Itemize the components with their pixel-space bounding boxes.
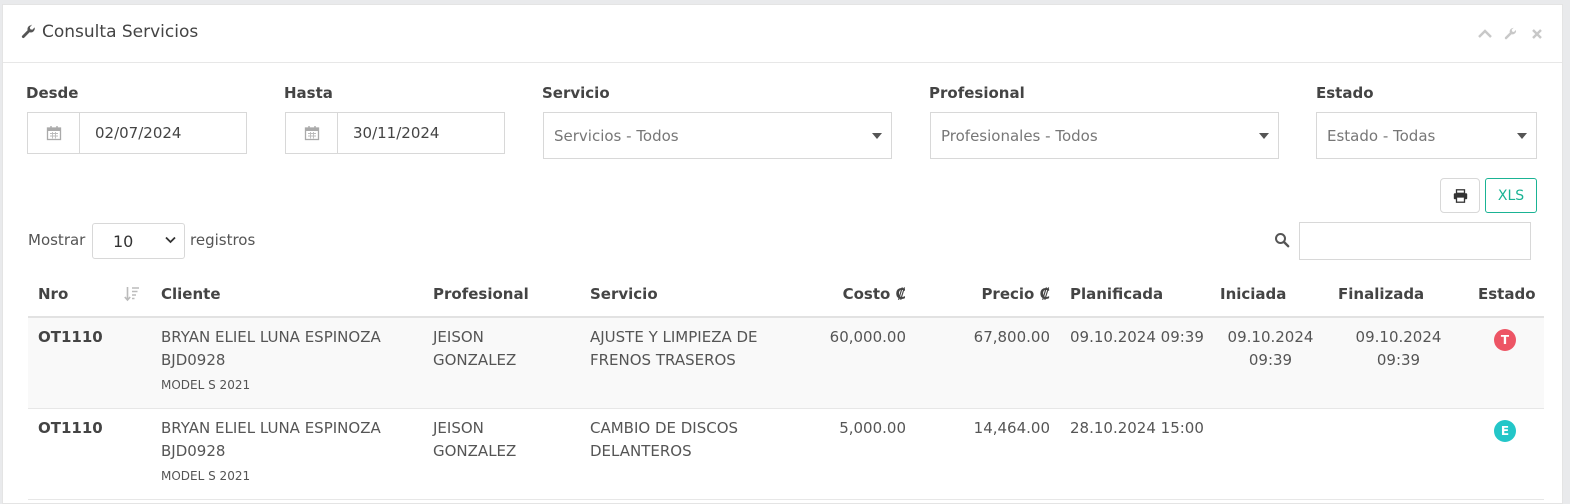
table-row[interactable]: OT1110 BRYAN ELIEL LUNA ESPINOZA BJD0928… bbox=[28, 318, 1544, 409]
column-header-cliente[interactable]: Cliente bbox=[161, 285, 221, 303]
profesional-last: GONZALEZ bbox=[433, 351, 517, 369]
planificada-cell: 28.10.2024 15:00 bbox=[1070, 419, 1204, 437]
search-input[interactable] bbox=[1299, 222, 1531, 260]
cliente-model: MODEL S 2021 bbox=[161, 469, 251, 483]
hasta-label: Hasta bbox=[284, 84, 333, 102]
costo-cell: 60,000.00 bbox=[829, 328, 906, 346]
wrench-icon bbox=[21, 24, 35, 39]
estado-select[interactable]: Estado - Todas bbox=[1316, 112, 1537, 159]
iniciada-date: 09.10.2024 bbox=[1227, 328, 1314, 346]
cliente-plate: BJD0928 bbox=[161, 442, 226, 460]
caret-down-icon bbox=[1517, 133, 1527, 139]
profesional-label: Profesional bbox=[929, 84, 1025, 102]
servicio-select[interactable]: Servicios - Todos bbox=[543, 112, 892, 159]
profesional-last: GONZALEZ bbox=[433, 442, 517, 460]
servicio-line-1: AJUSTE Y LIMPIEZA DE bbox=[590, 328, 758, 346]
column-header-precio[interactable]: Precio ₡ bbox=[933, 285, 1050, 303]
records-label: registros bbox=[190, 231, 256, 249]
column-header-finalizada[interactable]: Finalizada bbox=[1338, 285, 1424, 303]
collapse-icon[interactable] bbox=[1477, 26, 1492, 41]
precio-cell: 14,464.00 bbox=[973, 419, 1050, 437]
panel-title: Consulta Servicios bbox=[21, 22, 198, 42]
sort-desc-icon[interactable] bbox=[124, 286, 140, 302]
xls-export-button[interactable]: XLS bbox=[1485, 178, 1537, 213]
nro-cell: OT1110 bbox=[38, 328, 103, 346]
calendar-icon bbox=[28, 113, 80, 153]
profesional-select-value: Profesionales - Todos bbox=[941, 126, 1098, 145]
finalizada-date: 09.10.2024 bbox=[1355, 328, 1442, 346]
column-header-nro[interactable]: Nro bbox=[38, 285, 68, 303]
servicio-line-1: CAMBIO DE DISCOS bbox=[590, 419, 739, 437]
nro-cell: OT1110 bbox=[38, 419, 103, 437]
hasta-date-field[interactable]: 30/11/2024 bbox=[285, 112, 505, 154]
desde-label: Desde bbox=[26, 84, 79, 102]
page-length-select[interactable]: 10 bbox=[92, 223, 185, 259]
show-label: Mostrar bbox=[28, 231, 86, 249]
hasta-date-value: 30/11/2024 bbox=[353, 124, 440, 142]
servicio-select-value: Servicios - Todos bbox=[554, 126, 679, 145]
caret-down-icon bbox=[872, 133, 882, 139]
desde-date-field[interactable]: 02/07/2024 bbox=[27, 112, 247, 154]
estado-label: Estado bbox=[1316, 84, 1374, 102]
precio-cell: 67,800.00 bbox=[973, 328, 1050, 346]
panel-header: Consulta Servicios bbox=[3, 5, 1562, 63]
page-length-value: 10 bbox=[113, 231, 134, 251]
column-header-planificada[interactable]: Planificada bbox=[1070, 285, 1163, 303]
cliente-plate: BJD0928 bbox=[161, 351, 226, 369]
print-button[interactable] bbox=[1440, 178, 1480, 213]
servicio-label: Servicio bbox=[542, 84, 610, 102]
status-badge: T bbox=[1494, 329, 1516, 351]
iniciada-time: 09:39 bbox=[1248, 351, 1293, 369]
cliente-model: MODEL S 2021 bbox=[161, 378, 251, 392]
profesional-first: JEISON bbox=[433, 419, 484, 437]
table-row[interactable]: OT1110 BRYAN ELIEL LUNA ESPINOZA BJD0928… bbox=[28, 409, 1544, 500]
print-icon bbox=[1453, 188, 1467, 203]
cliente-name: BRYAN ELIEL LUNA ESPINOZA bbox=[161, 419, 381, 437]
search-icon bbox=[1275, 233, 1290, 248]
finalizada-time: 09:39 bbox=[1376, 351, 1421, 369]
planificada-cell: 09.10.2024 09:39 bbox=[1070, 328, 1204, 346]
costo-cell: 5,000.00 bbox=[839, 419, 906, 437]
wrench-config-icon[interactable] bbox=[1503, 26, 1518, 41]
column-header-servicio[interactable]: Servicio bbox=[590, 285, 658, 303]
panel-tools bbox=[1477, 26, 1544, 41]
close-icon[interactable] bbox=[1529, 26, 1544, 41]
status-badge: E bbox=[1494, 420, 1516, 442]
consulta-servicios-panel: Consulta Servicios Desde Hasta Servicio … bbox=[2, 4, 1563, 504]
chevron-down-icon bbox=[165, 236, 176, 244]
servicio-line-2: FRENOS TRASEROS bbox=[590, 351, 736, 369]
cliente-name: BRYAN ELIEL LUNA ESPINOZA bbox=[161, 328, 381, 346]
estado-select-value: Estado - Todas bbox=[1327, 126, 1436, 145]
column-header-estado[interactable]: Estado bbox=[1478, 285, 1536, 303]
panel-title-text: Consulta Servicios bbox=[42, 22, 199, 42]
caret-down-icon bbox=[1259, 133, 1269, 139]
profesional-first: JEISON bbox=[433, 328, 484, 346]
column-header-costo[interactable]: Costo ₡ bbox=[793, 285, 906, 303]
desde-date-value: 02/07/2024 bbox=[95, 124, 182, 142]
profesional-select[interactable]: Profesionales - Todos bbox=[930, 112, 1279, 159]
servicio-line-2: DELANTEROS bbox=[590, 442, 692, 460]
column-header-iniciada[interactable]: Iniciada bbox=[1220, 285, 1286, 303]
calendar-icon bbox=[286, 113, 338, 153]
column-header-profesional[interactable]: Profesional bbox=[433, 285, 529, 303]
